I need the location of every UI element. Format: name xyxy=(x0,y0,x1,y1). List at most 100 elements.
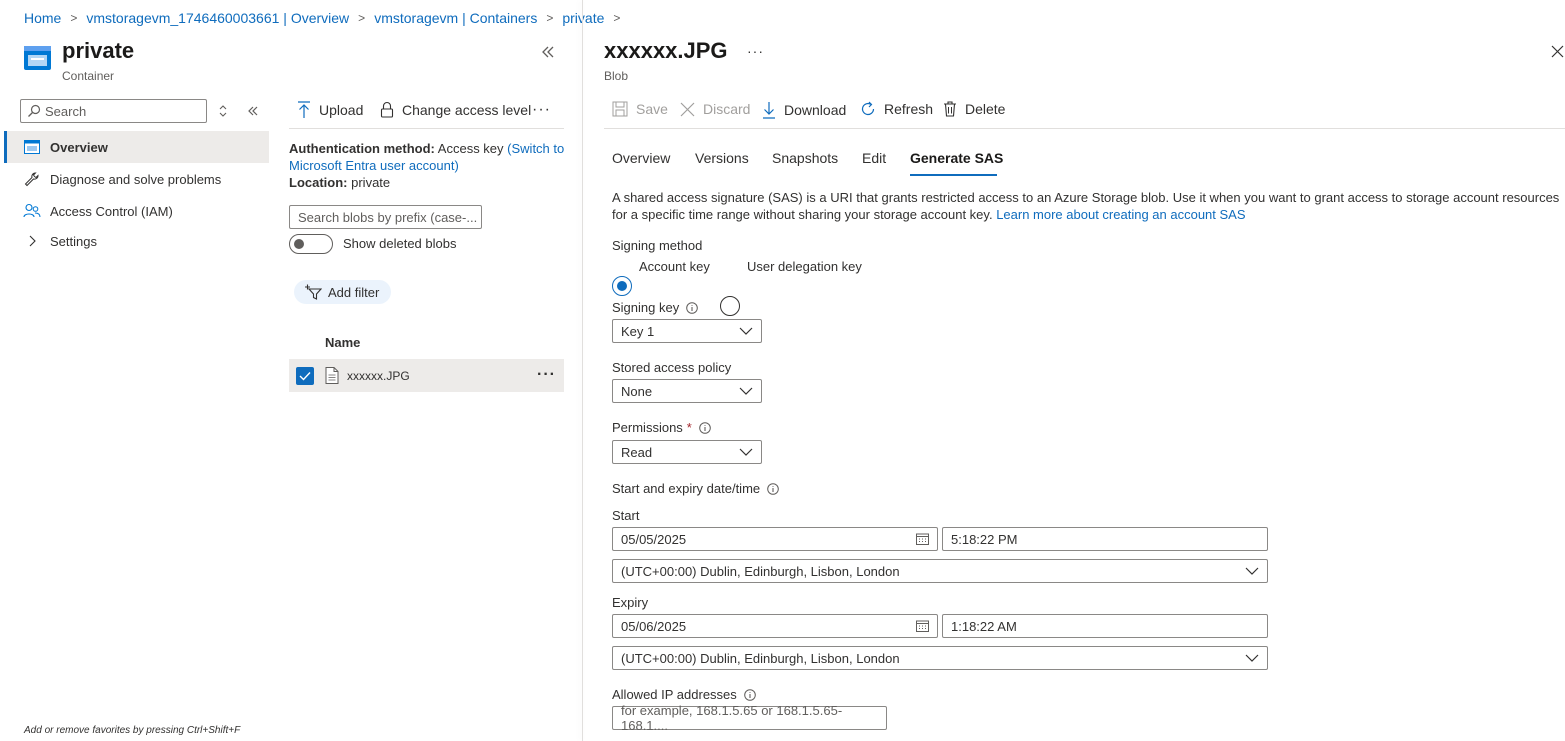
checkmark-icon xyxy=(299,371,311,381)
radio-user-delegation-key[interactable] xyxy=(720,296,740,316)
search-icon xyxy=(27,104,41,118)
calendar-icon[interactable] xyxy=(916,533,929,545)
chevron-down-icon xyxy=(739,448,753,456)
download-icon xyxy=(762,101,784,119)
start-date-value: 05/05/2025 xyxy=(621,531,687,547)
file-icon xyxy=(325,367,339,384)
tab-versions[interactable]: Versions xyxy=(695,150,749,166)
row-more-icon[interactable]: ··· xyxy=(537,366,556,384)
tab-snapshots[interactable]: Snapshots xyxy=(772,150,838,166)
chevron-right-icon: > xyxy=(358,11,366,25)
radio-user-delegation-label[interactable]: User delegation key xyxy=(747,259,862,274)
nav-item-iam[interactable]: Access Control (IAM) xyxy=(4,195,269,227)
refresh-label: Refresh xyxy=(884,101,934,117)
change-access-level-button[interactable]: Change access level xyxy=(380,101,531,119)
toolbar-divider xyxy=(289,128,564,129)
info-icon[interactable] xyxy=(743,688,756,701)
expiry-label: Expiry xyxy=(612,595,649,610)
save-button[interactable]: Save xyxy=(612,101,668,117)
add-filter-icon xyxy=(304,284,322,300)
upload-label: Upload xyxy=(319,102,364,118)
more-options-icon[interactable]: ··· xyxy=(532,101,551,119)
info-icon[interactable] xyxy=(699,421,711,434)
auth-method-value: Access key xyxy=(437,141,504,156)
blob-subtitle: Blob xyxy=(604,69,629,83)
collapse-menu-icon[interactable] xyxy=(246,104,260,118)
signing-key-select[interactable]: Key 1 xyxy=(612,319,762,343)
nav-item-settings[interactable]: Settings xyxy=(4,225,269,257)
info-icon[interactable] xyxy=(686,301,699,314)
people-icon xyxy=(22,203,42,219)
favorites-hint: Add or remove favorites by pressing Ctrl… xyxy=(24,725,241,736)
discard-button[interactable]: Discard xyxy=(680,101,750,117)
expiry-timezone-select[interactable]: (UTC+00:00) Dublin, Edinburgh, Lisbon, L… xyxy=(612,646,1268,670)
refresh-button[interactable]: Refresh xyxy=(860,101,933,117)
wrench-icon xyxy=(22,171,42,187)
download-label: Download xyxy=(784,102,847,118)
tab-edit[interactable]: Edit xyxy=(862,150,886,166)
nav-item-diagnose[interactable]: Diagnose and solve problems xyxy=(4,163,269,195)
tab-generate-sas[interactable]: Generate SAS xyxy=(910,150,1003,166)
auth-method-label: Authentication method: xyxy=(289,141,435,156)
stored-policy-select[interactable]: None xyxy=(612,379,762,403)
breadcrumb-containers[interactable]: vmstoragevm | Containers xyxy=(374,10,537,26)
menu-search-input[interactable]: Search xyxy=(20,99,207,123)
collapse-double-chevron-icon[interactable] xyxy=(540,44,556,60)
nav-item-overview[interactable]: Overview xyxy=(4,131,269,163)
blob-name-link[interactable]: xxxxxx.JPG xyxy=(347,369,410,383)
signing-key-label: Signing key xyxy=(612,300,680,315)
breadcrumb-home[interactable]: Home xyxy=(24,10,61,26)
calendar-icon[interactable] xyxy=(916,620,929,632)
chevron-down-icon xyxy=(739,327,753,335)
start-timezone-select[interactable]: (UTC+00:00) Dublin, Edinburgh, Lisbon, L… xyxy=(612,559,1268,583)
signing-key-label-row: Signing key xyxy=(612,300,699,315)
radio-account-key-label[interactable]: Account key xyxy=(639,259,710,274)
show-deleted-label: Show deleted blobs xyxy=(343,236,457,251)
discard-label: Discard xyxy=(703,101,751,117)
active-tab-indicator xyxy=(910,174,997,176)
expiry-date-input[interactable]: 05/06/2025 xyxy=(612,614,938,638)
blob-title: xxxxxx.JPG xyxy=(604,38,728,63)
column-header-name[interactable]: Name xyxy=(325,335,360,350)
page-subtitle: Container xyxy=(62,69,115,83)
blob-search-input[interactable]: Search blobs by prefix (case-... xyxy=(289,205,482,229)
radio-account-key[interactable] xyxy=(612,276,632,296)
start-date-input[interactable]: 05/05/2025 xyxy=(612,527,938,551)
signing-key-value: Key 1 xyxy=(621,323,655,339)
allowed-ip-input[interactable]: for example, 168.1.5.65 or 168.1.5.65-16… xyxy=(612,703,887,733)
location-value: private xyxy=(351,175,391,190)
chevron-down-icon xyxy=(739,387,753,395)
blob-more-icon[interactable]: ··· xyxy=(747,43,764,59)
permissions-select[interactable]: Read xyxy=(612,440,762,464)
change-access-label: Change access level xyxy=(402,102,532,118)
tab-overview[interactable]: Overview xyxy=(612,150,670,166)
expiry-time-input[interactable]: 1:18:22 AM xyxy=(942,614,1268,638)
permissions-value: Read xyxy=(621,444,653,460)
save-label: Save xyxy=(636,101,668,117)
nav-item-label: Settings xyxy=(50,233,97,249)
delete-button[interactable]: Delete xyxy=(943,101,1005,117)
close-icon[interactable] xyxy=(1550,44,1565,59)
page-title: private xyxy=(62,38,135,63)
breadcrumb-private[interactable]: private xyxy=(562,10,604,26)
info-icon[interactable] xyxy=(767,482,779,495)
download-button[interactable]: Download xyxy=(762,101,846,119)
overview-icon xyxy=(22,140,42,154)
chevron-down-icon xyxy=(1245,654,1259,662)
upload-icon xyxy=(297,101,319,119)
upload-button[interactable]: Upload xyxy=(297,101,363,119)
expiry-time-value: 1:18:22 AM xyxy=(951,618,1017,634)
breadcrumb-storage-overview[interactable]: vmstoragevm_1746460003661 | Overview xyxy=(86,10,349,26)
row-checkbox[interactable] xyxy=(296,367,314,385)
stored-policy-label: Stored access policy xyxy=(612,360,732,375)
menu-search-placeholder: Search xyxy=(45,103,87,119)
learn-more-link[interactable]: Learn more about creating an account SAS xyxy=(996,207,1245,222)
start-time-input[interactable]: 5:18:22 PM xyxy=(942,527,1268,551)
expiry-date-value: 05/06/2025 xyxy=(621,618,687,634)
add-filter-button[interactable]: Add filter xyxy=(294,280,392,304)
start-expiry-label-row: Start and expiry date/time xyxy=(612,481,779,496)
sort-icon[interactable] xyxy=(217,104,229,118)
show-deleted-toggle[interactable] xyxy=(289,234,333,254)
save-icon xyxy=(612,101,636,117)
allowed-ip-label: Allowed IP addresses xyxy=(612,687,737,702)
